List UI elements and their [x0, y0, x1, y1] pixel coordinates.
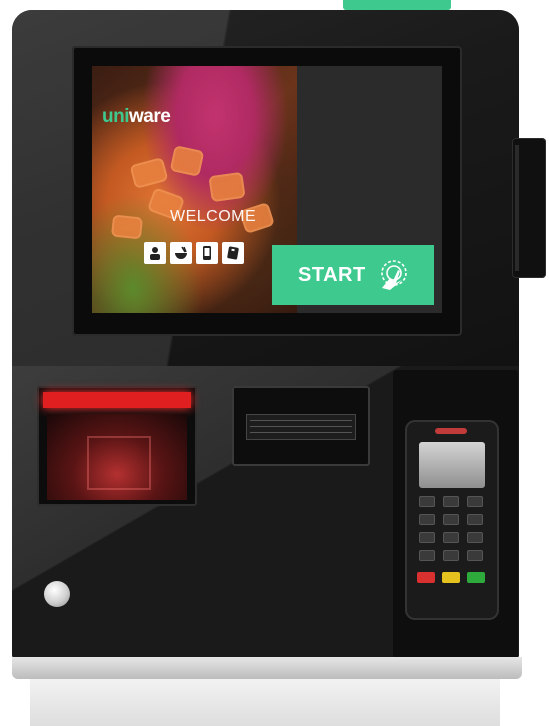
terminal-key[interactable]	[443, 550, 459, 561]
slot-line	[250, 420, 352, 421]
cancel-key[interactable]	[417, 572, 435, 583]
welcome-text: WELCOME	[170, 208, 257, 225]
terminal-key[interactable]	[419, 550, 435, 561]
logo-prefix: uni	[102, 106, 130, 127]
scanner-target-frame	[87, 436, 151, 490]
terminal-key[interactable]	[443, 514, 459, 525]
slot-line	[250, 432, 352, 433]
payment-terminal[interactable]	[405, 420, 499, 620]
terminal-key[interactable]	[467, 550, 483, 561]
logo-suffix: ware	[129, 106, 171, 127]
top-status-tab	[343, 0, 451, 10]
barcode-scanner	[37, 386, 197, 506]
round-button[interactable]	[44, 581, 70, 607]
base-trim	[12, 657, 522, 679]
terminal-key[interactable]	[467, 514, 483, 525]
scanner-light-bar	[43, 392, 191, 408]
card-icon	[222, 242, 244, 264]
touch-screen: uniware WELCOME START	[92, 66, 442, 313]
terminal-key[interactable]	[419, 514, 435, 525]
scanner-window	[47, 414, 187, 500]
touch-icon	[381, 260, 407, 290]
terminal-key[interactable]	[443, 532, 459, 543]
uniware-logo: uniware	[102, 106, 171, 128]
food-background-image	[92, 66, 297, 313]
start-button[interactable]: START	[272, 245, 434, 305]
card-slot	[515, 145, 519, 271]
terminal-brand-badge	[435, 428, 467, 434]
salmon-piece	[208, 171, 246, 203]
terminal-screen	[419, 442, 485, 488]
slot-line	[250, 426, 352, 427]
base-stand	[30, 679, 500, 726]
clear-key[interactable]	[442, 572, 460, 583]
start-button-label: START	[298, 264, 366, 286]
food-bowl-icon	[170, 242, 192, 264]
receipt-slot	[246, 414, 356, 440]
terminal-key[interactable]	[419, 496, 435, 507]
receipt-printer	[232, 386, 370, 466]
terminal-key[interactable]	[467, 496, 483, 507]
salmon-piece	[110, 214, 144, 240]
mobile-phone-icon	[196, 242, 218, 264]
terminal-key[interactable]	[443, 496, 459, 507]
salmon-piece	[169, 145, 205, 177]
salmon-piece	[129, 157, 169, 189]
person-icon	[144, 242, 166, 264]
terminal-key[interactable]	[419, 532, 435, 543]
terminal-key[interactable]	[467, 532, 483, 543]
kiosk-body: uniware WELCOME START	[12, 10, 519, 662]
enter-key[interactable]	[467, 572, 485, 583]
